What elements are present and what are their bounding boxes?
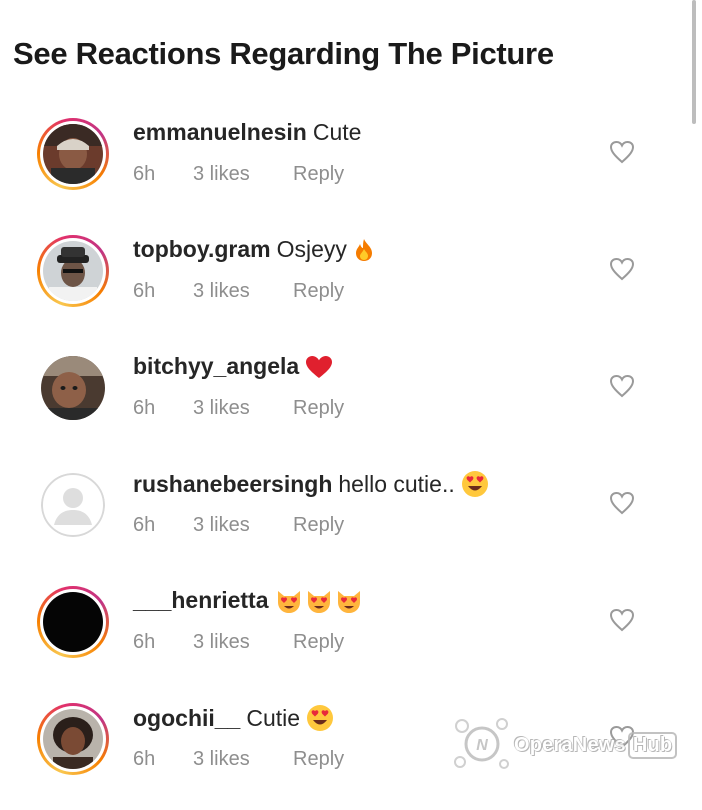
like-heart-icon[interactable] bbox=[609, 608, 635, 632]
avatar[interactable] bbox=[43, 592, 103, 652]
comment-text: Osjeyy bbox=[276, 236, 347, 262]
reply-button[interactable]: Reply bbox=[293, 397, 344, 420]
comment-username[interactable]: rushanebeersingh bbox=[133, 471, 332, 498]
comment-item: emmanuelnesin Cute 6h 3 likes Reply bbox=[0, 108, 702, 225]
comment-time: 6h bbox=[133, 280, 156, 302]
headline: See Reactions Regarding The Picture bbox=[13, 36, 554, 71]
watermark-name: OperaNews bbox=[514, 734, 626, 756]
comment-item: bitchyy_angela 6h 3 likes Reply bbox=[0, 342, 702, 459]
reply-button[interactable]: Reply bbox=[293, 280, 344, 303]
comment-likes[interactable]: 3 likes bbox=[193, 514, 293, 537]
reply-button[interactable]: Reply bbox=[293, 514, 344, 537]
comment-likes[interactable]: 3 likes bbox=[193, 631, 293, 654]
reply-button[interactable]: Reply bbox=[293, 163, 344, 186]
comment-likes[interactable]: 3 likes bbox=[193, 163, 293, 186]
avatar[interactable] bbox=[43, 241, 103, 301]
comment-username[interactable]: ___henrietta bbox=[133, 587, 269, 614]
comment-username[interactable]: ogochii__ bbox=[133, 705, 240, 732]
comment-item: rushanebeersingh hello cutie.. 6h 3 like… bbox=[0, 459, 702, 576]
comment-likes[interactable]: 3 likes bbox=[193, 280, 293, 303]
heart-eyes-cat-emoji bbox=[337, 590, 360, 613]
red-heart-emoji bbox=[306, 355, 333, 378]
comment-username[interactable]: bitchyy_angela bbox=[133, 353, 299, 380]
comment-time: 6h bbox=[133, 163, 156, 185]
comment-text: hello cutie.. bbox=[338, 470, 455, 497]
story-ring[interactable] bbox=[37, 235, 109, 307]
like-heart-icon[interactable] bbox=[609, 491, 635, 515]
comment-text: Cutie bbox=[246, 704, 301, 731]
comment-text: Cute bbox=[312, 119, 362, 145]
avatar[interactable] bbox=[41, 473, 105, 537]
reply-button[interactable]: Reply bbox=[293, 748, 344, 771]
avatar-frame[interactable] bbox=[37, 469, 109, 541]
watermark-suffix: Hub bbox=[627, 732, 678, 759]
like-heart-icon[interactable] bbox=[609, 374, 635, 398]
reply-button[interactable]: Reply bbox=[293, 631, 344, 654]
heart-eyes-emoji bbox=[307, 705, 334, 731]
like-heart-icon[interactable] bbox=[609, 257, 635, 281]
avatar[interactable] bbox=[43, 709, 103, 769]
avatar[interactable] bbox=[41, 356, 105, 420]
svg-text:N: N bbox=[476, 737, 488, 754]
comment-username[interactable]: emmanuelnesin bbox=[133, 119, 307, 146]
story-ring[interactable] bbox=[37, 703, 109, 775]
like-heart-icon[interactable] bbox=[609, 140, 635, 164]
avatar[interactable] bbox=[43, 124, 103, 184]
operanews-logo-icon: N bbox=[454, 718, 509, 769]
story-ring[interactable] bbox=[37, 586, 109, 658]
heart-eyes-cat-emoji bbox=[277, 590, 300, 613]
avatar-frame[interactable] bbox=[37, 352, 109, 424]
comment-time: 6h bbox=[133, 397, 156, 419]
comment-time: 6h bbox=[133, 748, 156, 770]
story-ring[interactable] bbox=[37, 118, 109, 190]
comment-likes[interactable]: 3 likes bbox=[193, 397, 293, 420]
comment-username[interactable]: topboy.gram bbox=[133, 236, 271, 263]
scrollbar[interactable] bbox=[692, 0, 696, 124]
comment-likes[interactable]: 3 likes bbox=[193, 748, 293, 771]
operanews-watermark: N OperaNews Hub bbox=[452, 712, 692, 776]
comment-time: 6h bbox=[133, 514, 156, 536]
comment-item: ___henrietta 6h 3 likes Reply bbox=[0, 576, 702, 693]
comment-item: topboy.gram Osjeyy 6h 3 likes Reply bbox=[0, 225, 702, 342]
comment-time: 6h bbox=[133, 631, 156, 653]
heart-eyes-cat-emoji bbox=[307, 590, 330, 613]
heart-eyes-emoji bbox=[461, 471, 488, 497]
fire-emoji bbox=[355, 238, 372, 261]
